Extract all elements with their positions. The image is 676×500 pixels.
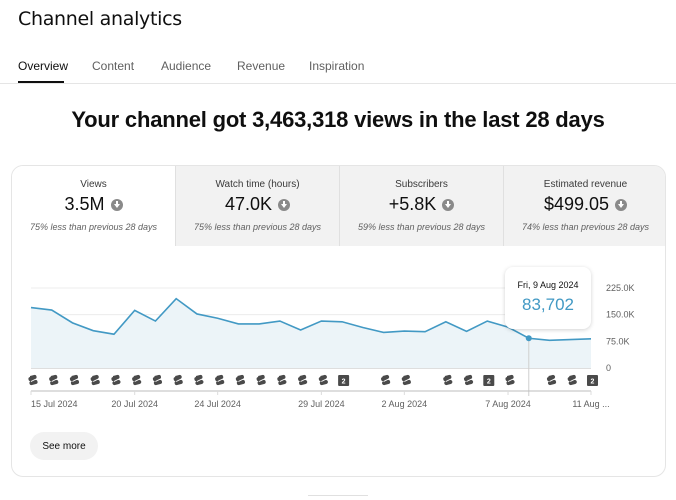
shorts-icon — [28, 374, 38, 386]
tab-overview[interactable]: Overview — [18, 59, 68, 73]
metric-label: Watch time (hours) — [215, 179, 300, 190]
shorts-icon — [463, 374, 474, 386]
metric-value: 47.0K — [224, 194, 273, 214]
shorts-icon — [69, 374, 80, 386]
metric-watch-time[interactable]: Watch time (hours) 47.0K 75% less than p… — [175, 166, 339, 246]
overview-card: Views 3.5M 75% less than previous 28 day… — [11, 165, 666, 477]
tooltip-date: Fri, 9 Aug 2024 — [517, 280, 579, 290]
metric-compare: 75% less than previous 28 days — [193, 222, 322, 232]
shorts-icon — [546, 374, 557, 386]
metric-compare: 75% less than previous 28 days — [29, 222, 158, 232]
shorts-icon — [215, 374, 225, 386]
divider — [308, 495, 368, 496]
x-tick-label: 29 Jul 2024 — [298, 399, 345, 409]
shorts-icon — [90, 374, 100, 386]
shorts-icon — [173, 374, 183, 386]
shorts-icon — [194, 374, 204, 386]
shorts-icon — [381, 374, 391, 386]
x-tick-label: 7 Aug 2024 — [485, 399, 531, 409]
x-tick-label: 11 Aug ... — [572, 399, 609, 409]
metric-compare: 74% less than previous 28 days — [521, 222, 650, 232]
metrics-row: Views 3.5M 75% less than previous 28 day… — [12, 166, 665, 246]
metric-compare: 59% less than previous 28 days — [357, 222, 486, 232]
active-tab-indicator — [18, 81, 64, 83]
shorts-icon — [401, 374, 411, 386]
page-title: Channel analytics — [18, 8, 182, 30]
tab-inspiration[interactable]: Inspiration — [309, 59, 364, 73]
arrow-down-circle-icon — [278, 198, 291, 211]
y-tick-label: 150.0K — [606, 310, 635, 320]
arrow-down-circle-icon — [615, 198, 628, 211]
see-more-button[interactable]: See more — [30, 432, 98, 460]
metric-views[interactable]: Views 3.5M 75% less than previous 28 day… — [12, 166, 175, 246]
video-count-label: 2 — [487, 379, 491, 386]
y-tick-label: 75.0K — [606, 336, 630, 346]
shorts-icon — [318, 374, 328, 386]
shorts-icon — [443, 374, 453, 386]
shorts-icon — [235, 374, 245, 386]
shorts-icon — [111, 374, 121, 386]
metric-revenue[interactable]: Estimated revenue $499.05 74% less than … — [503, 166, 665, 246]
video-count-label: 2 — [342, 379, 346, 386]
metric-label: Subscribers — [395, 179, 448, 190]
shorts-icon — [298, 374, 308, 386]
tab-bar: Overview Content Audience Revenue Inspir… — [0, 52, 676, 84]
x-tick-label: 2 Aug 2024 — [382, 399, 428, 409]
y-tick-label: 225.0K — [606, 283, 635, 293]
metric-value: +5.8K — [388, 194, 437, 214]
headline: Your channel got 3,463,318 views in the … — [71, 107, 605, 132]
y-tick-label: 0 — [606, 363, 611, 373]
highlight-point — [525, 335, 532, 342]
arrow-down-circle-icon — [442, 198, 455, 211]
metric-value: 3.5M — [64, 194, 105, 214]
shorts-icon — [132, 374, 142, 386]
shorts-icon — [277, 374, 287, 386]
shorts-icon — [49, 374, 59, 386]
chart-tooltip: Fri, 9 Aug 2024 83,702 — [505, 267, 591, 329]
x-tick-label: 15 Jul 2024 — [31, 399, 78, 409]
tab-audience[interactable]: Audience — [161, 59, 211, 73]
shorts-icon — [256, 374, 266, 386]
x-tick-label: 20 Jul 2024 — [111, 399, 158, 409]
metric-label: Estimated revenue — [543, 179, 628, 190]
tooltip-value: 83,702 — [522, 295, 574, 314]
metric-value: $499.05 — [543, 194, 610, 214]
tab-content[interactable]: Content — [92, 59, 134, 73]
metric-label: Views — [80, 179, 107, 190]
metric-subscribers[interactable]: Subscribers +5.8K 59% less than previous… — [339, 166, 503, 246]
shorts-icon — [567, 374, 577, 386]
arrow-down-circle-icon — [110, 198, 123, 211]
x-tick-label: 24 Jul 2024 — [194, 399, 241, 409]
tab-revenue[interactable]: Revenue — [237, 59, 285, 73]
shorts-icon — [152, 374, 163, 386]
video-count-label: 2 — [591, 379, 595, 386]
shorts-icon — [505, 374, 515, 386]
